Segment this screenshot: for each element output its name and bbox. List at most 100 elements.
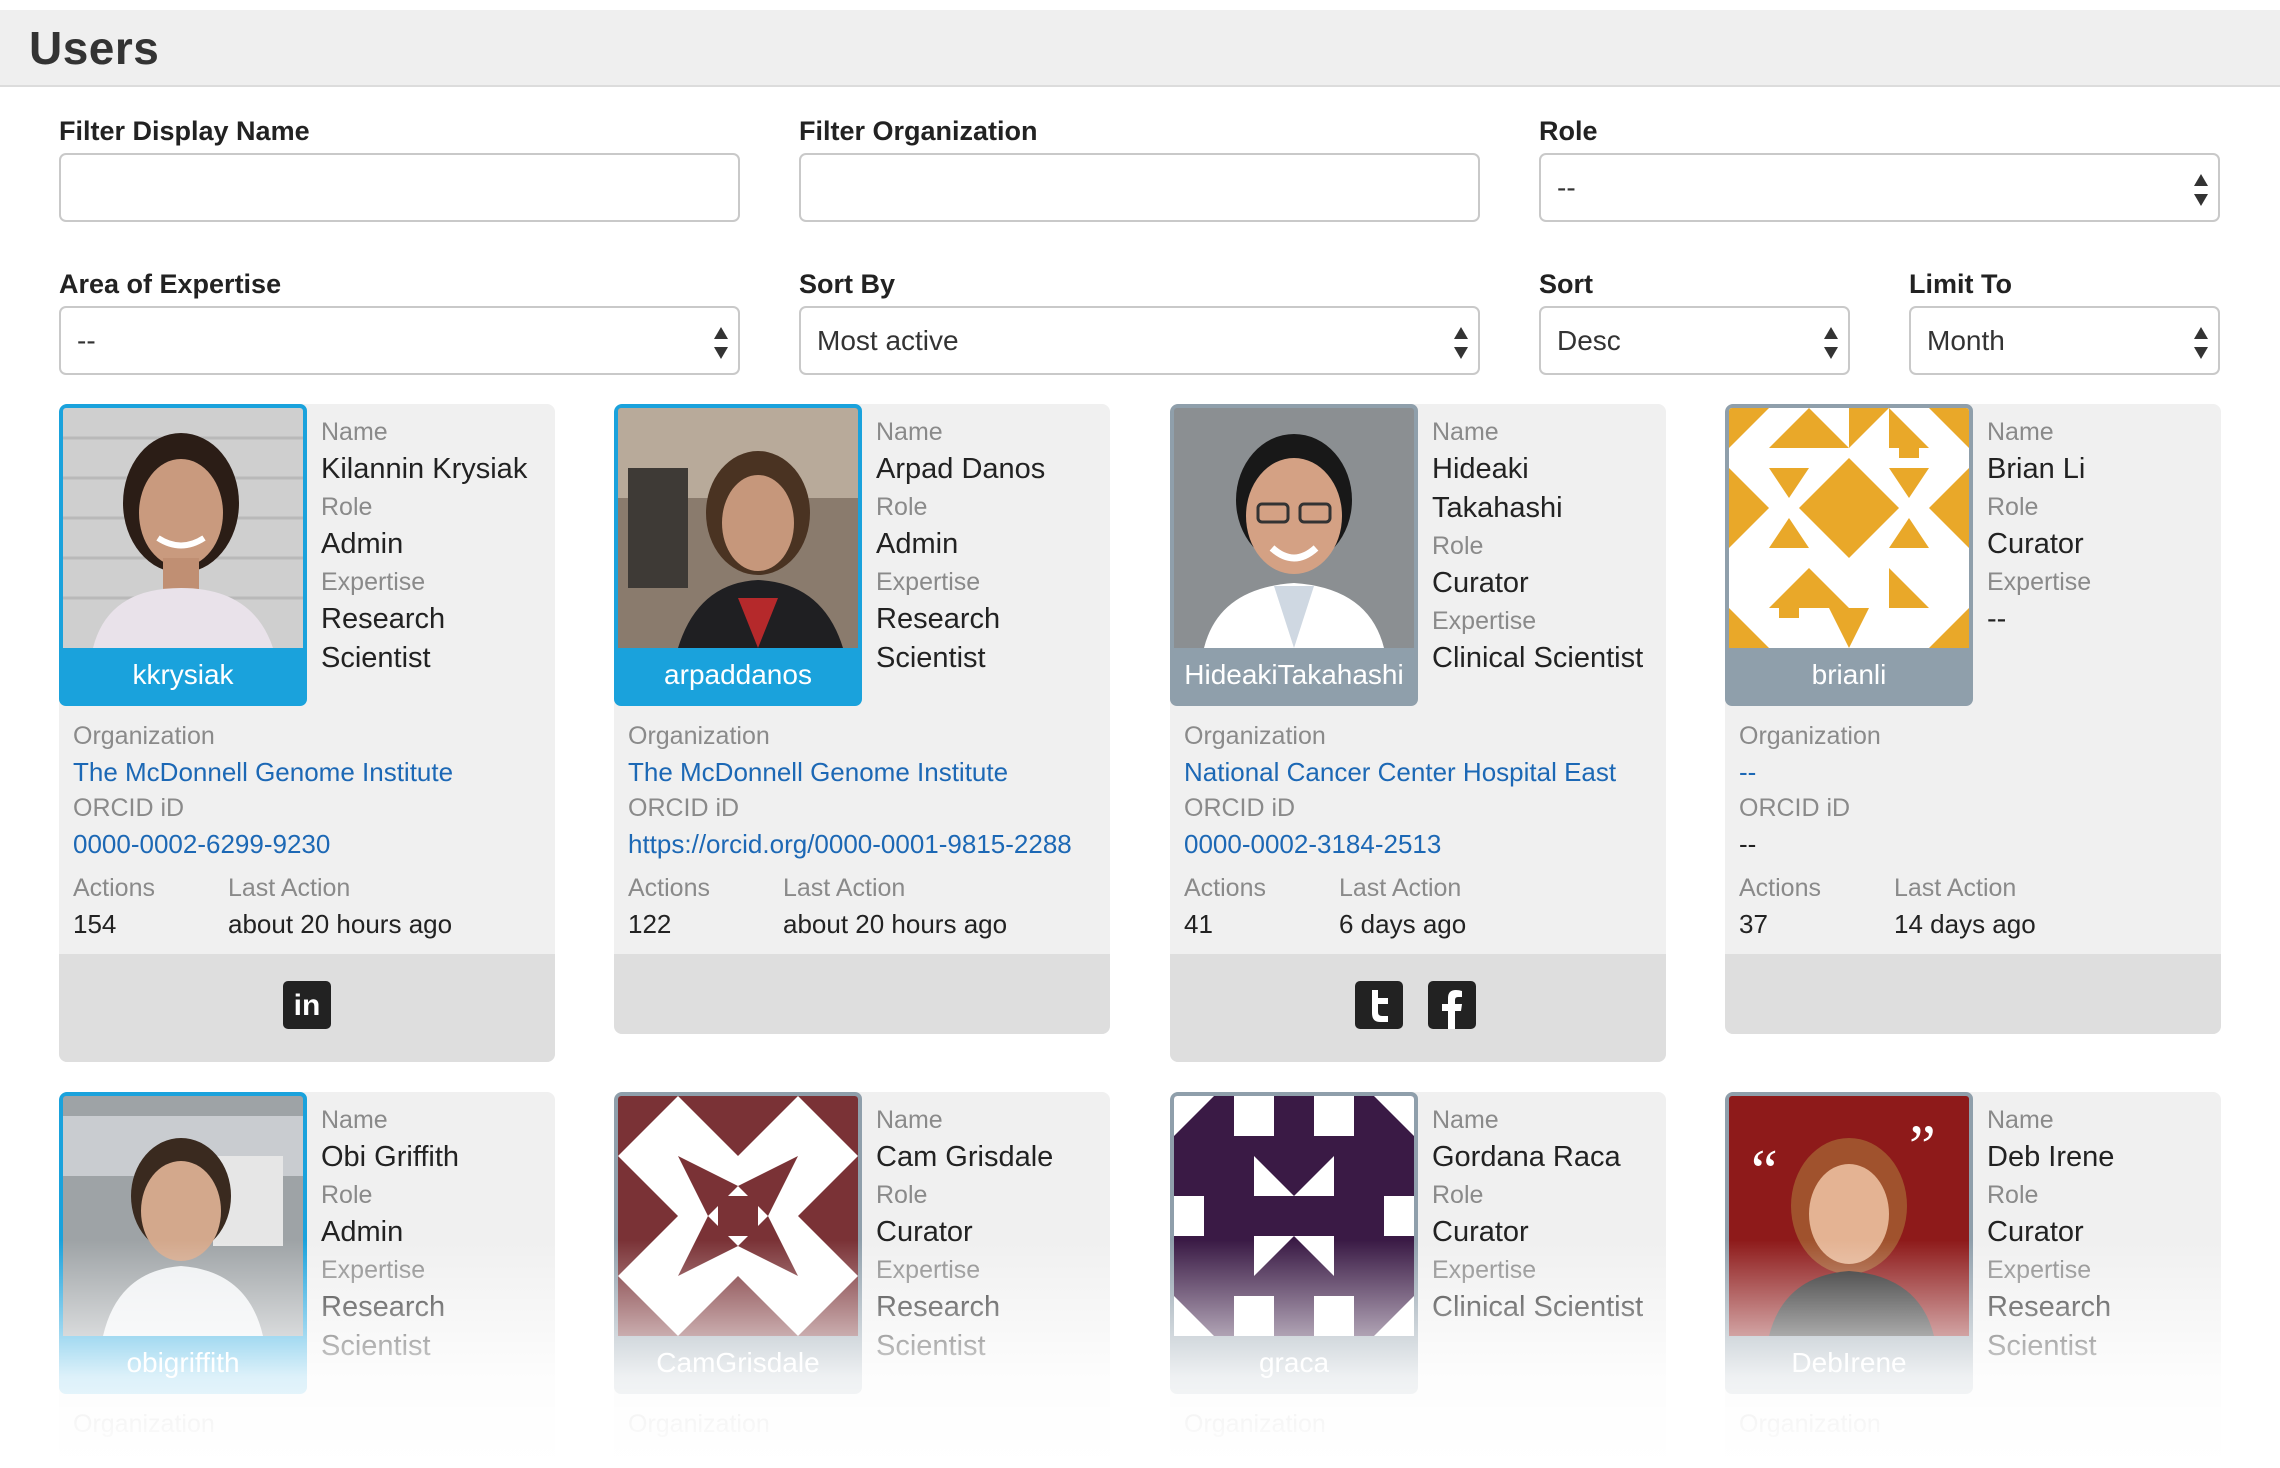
user-photo [63, 1096, 303, 1336]
user-name: Takahashi [1432, 492, 1563, 524]
orcid-link[interactable]: 0000-0002-3184-2513 [1184, 826, 1664, 862]
role-label: Role [321, 1181, 373, 1209]
user-org-block: Organization National Cancer Center Hosp… [1184, 718, 1664, 862]
user-card[interactable]: obigriffith Name Obi Griffith Role Admin… [59, 1092, 555, 1468]
user-info: Name Hideaki Takahashi Role Curator Expe… [1432, 414, 1662, 678]
organization-label: Organization [1184, 722, 1326, 750]
username-label: arpaddanos [618, 648, 858, 702]
user-card[interactable]: “ ” DebIrene Name Deb Irene Role Curator… [1725, 1092, 2221, 1468]
user-name: Kilannin Krysiak [321, 453, 528, 485]
user-avatar[interactable]: obigriffith [59, 1092, 307, 1394]
actions-label: Actions [73, 874, 155, 902]
username-label: graca [1174, 1336, 1414, 1390]
orcid-label: ORCID iD [1184, 794, 1296, 822]
expertise-label: Expertise [876, 568, 981, 596]
card-footer [1170, 954, 1666, 1062]
actions-label: Actions [1739, 874, 1821, 902]
role-label: Role [876, 1181, 928, 1209]
identicon-image [1729, 408, 1969, 648]
role-label: Role [321, 493, 373, 521]
svg-text:“: “ [1751, 1138, 1778, 1204]
role-select[interactable]: -- [1539, 153, 2220, 222]
user-avatar[interactable]: CamGrisdale [614, 1092, 862, 1394]
user-avatar[interactable]: “ ” DebIrene [1725, 1092, 1973, 1394]
user-card[interactable]: arpaddanos Name Arpad Danos Role Admin E… [614, 404, 1110, 1034]
actions-count: 154 [73, 909, 117, 939]
sort-by-select-value: Most active [817, 325, 959, 356]
user-avatar[interactable]: brianli [1725, 404, 1973, 706]
card-footer: in [59, 954, 555, 1062]
role-label: Role [1432, 1181, 1484, 1209]
card-footer [1725, 954, 2221, 1034]
user-card[interactable]: HideakiTakahashi Name Hideaki Takahashi … [1170, 404, 1666, 1062]
user-avatar[interactable]: kkrysiak [59, 404, 307, 706]
user-avatar[interactable]: HideakiTakahashi [1170, 404, 1418, 706]
user-card[interactable]: kkrysiak Name Kilannin Krysiak Role Admi… [59, 404, 555, 1062]
user-card[interactable]: brianli Name Brian Li Role Curator Exper… [1725, 404, 2221, 1034]
name-label: Name [1432, 1106, 1499, 1134]
facebook-icon[interactable] [1428, 981, 1476, 1029]
filter-organization-label: Filter Organization [799, 116, 1038, 146]
last-action-value: about 20 hours ago [228, 909, 453, 939]
user-avatar[interactable]: arpaddanos [614, 404, 862, 706]
organization-label: Organization [1184, 1410, 1326, 1438]
organization-label: Organization [628, 722, 770, 750]
username-label: CamGrisdale [618, 1336, 858, 1390]
page-header: Users [0, 10, 2280, 87]
user-name: Gordana Raca [1432, 1141, 1621, 1173]
role-select-value: -- [1557, 172, 1576, 203]
user-name: Arpad Danos [876, 453, 1046, 485]
orcid-link[interactable]: https://orcid.org/0000-0001-9815-2288 [628, 826, 1108, 862]
user-expertise: Research [321, 603, 446, 635]
user-info: Name Kilannin Krysiak Role Admin Experti… [321, 414, 551, 678]
expertise-label: Expertise [321, 1256, 426, 1284]
user-expertise: Research [1987, 1291, 2112, 1323]
twitter-icon[interactable] [1355, 981, 1403, 1029]
user-name: Obi Griffith [321, 1141, 460, 1173]
user-role: Admin [321, 528, 404, 560]
organization-link[interactable]: -- [1739, 754, 2219, 790]
sort-select-label: Sort [1539, 269, 1593, 299]
linkedin-icon[interactable]: in [283, 981, 331, 1029]
filter-organization-input[interactable] [799, 153, 1480, 222]
user-photo [63, 408, 303, 648]
user-info: Name Deb Irene Role Curator Expertise Re… [1987, 1102, 2217, 1366]
limit-to-select[interactable]: Month [1909, 306, 2220, 375]
user-org-block: Organization [1184, 1406, 1664, 1442]
user-expertise: Research [321, 1291, 446, 1323]
actions-label: Actions [628, 874, 710, 902]
username-label: kkrysiak [63, 648, 303, 702]
user-card[interactable]: CamGrisdale Name Cam Grisdale Role Curat… [614, 1092, 1110, 1468]
organization-link[interactable]: The McDonnell Genome Institute [628, 754, 1108, 790]
expertise-label: Expertise [1987, 1256, 2092, 1284]
name-label: Name [1987, 418, 2054, 446]
user-org-block: Organization [73, 1406, 553, 1442]
expertise-label: Expertise [1432, 607, 1537, 635]
user-card[interactable]: graca Name Gordana Raca Role Curator Exp… [1170, 1092, 1666, 1468]
filter-display-name-input[interactable] [59, 153, 740, 222]
organization-link[interactable]: National Cancer Center Hospital East [1184, 754, 1664, 790]
card-footer [614, 954, 1110, 1034]
select-arrows-icon [1824, 327, 1838, 359]
user-role: Admin [321, 1216, 404, 1248]
organization-label: Organization [73, 722, 215, 750]
user-expertise: Scientist [321, 642, 431, 674]
expertise-select[interactable]: -- [59, 306, 740, 375]
expertise-select-label: Area of Expertise [59, 269, 282, 299]
user-org-block: Organization -- ORCID iD -- [1739, 718, 2219, 862]
limit-to-select-value: Month [1927, 325, 2005, 356]
organization-link[interactable]: The McDonnell Genome Institute [73, 754, 553, 790]
role-label: Role [1987, 1181, 2039, 1209]
last-action-label: Last Action [783, 874, 906, 902]
filter-display-name-label: Filter Display Name [59, 116, 310, 146]
user-expertise: Research [876, 1291, 1001, 1323]
sort-by-select[interactable]: Most active [799, 306, 1480, 375]
name-label: Name [876, 1106, 943, 1134]
user-avatar[interactable]: graca [1170, 1092, 1418, 1394]
page-title: Users [29, 22, 160, 74]
sort-select[interactable]: Desc [1539, 306, 1850, 375]
orcid-label: ORCID iD [1739, 794, 1851, 822]
user-expertise: Clinical Scientist [1432, 642, 1644, 674]
orcid-link[interactable]: 0000-0002-6299-9230 [73, 826, 553, 862]
name-label: Name [1987, 1106, 2054, 1134]
